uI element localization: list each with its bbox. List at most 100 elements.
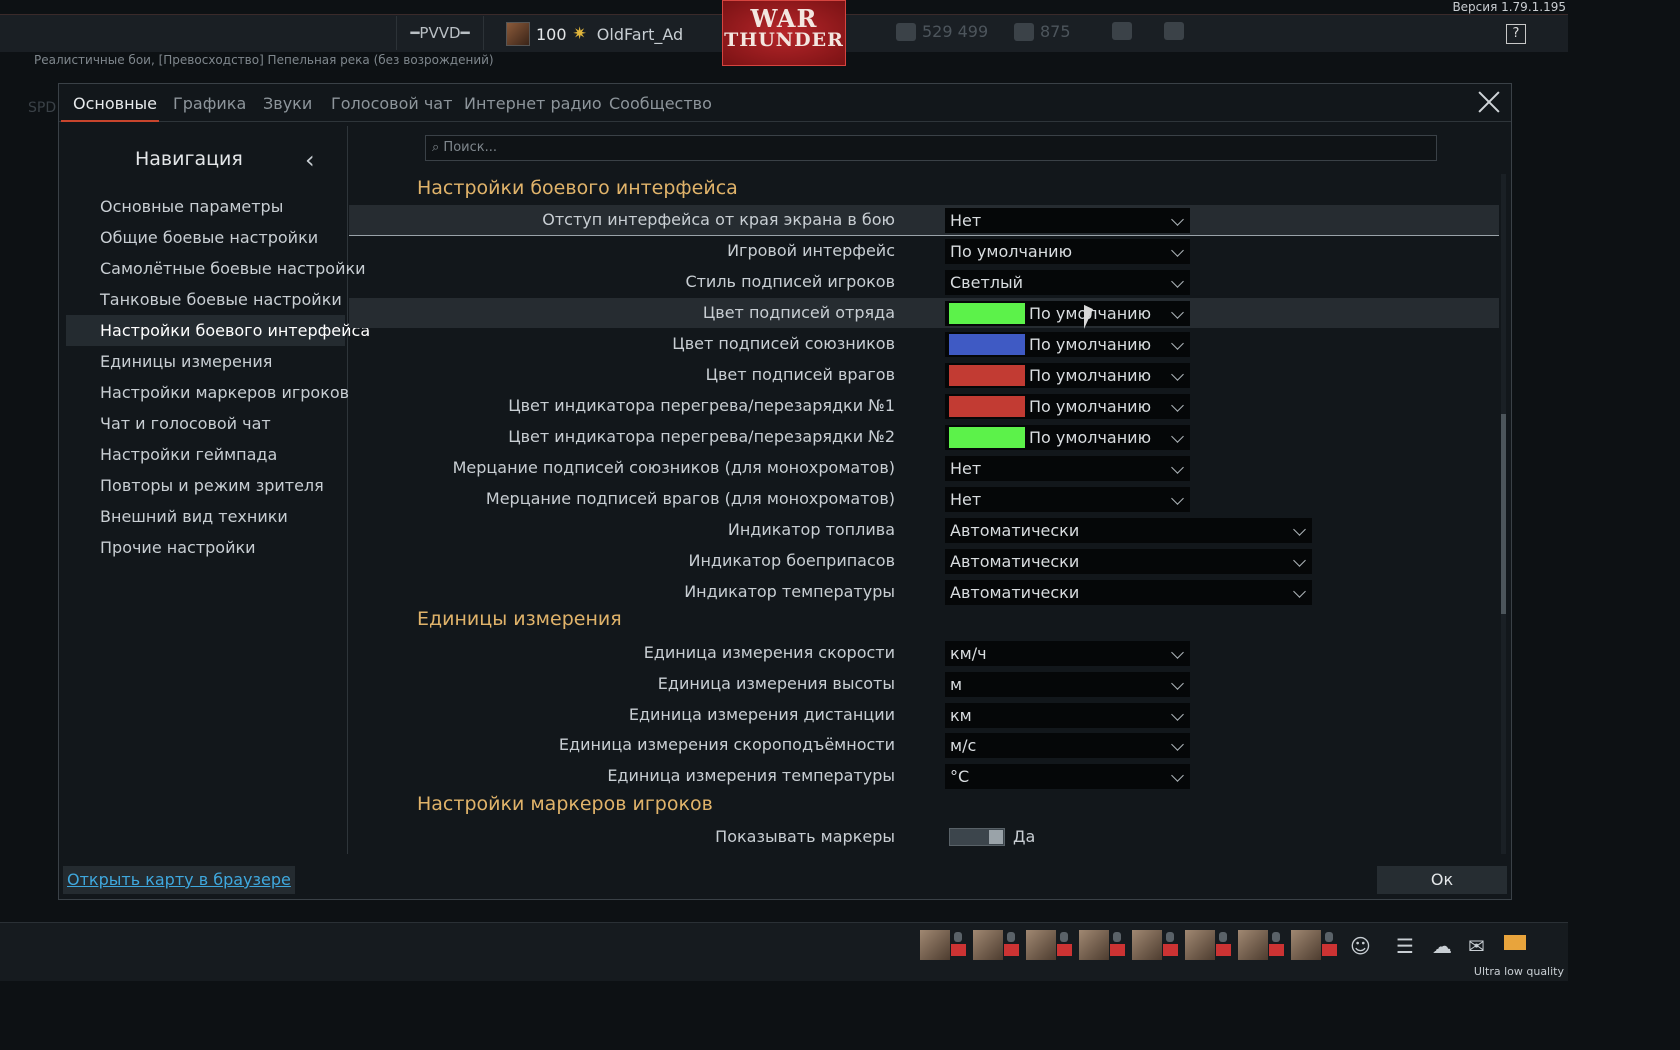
setting-row[interactable]: Цвет подписей врагов По умолчанию [349,360,1499,390]
setting-row[interactable]: Индикатор боеприпасов Автоматически [349,546,1499,576]
squad-member[interactable] [1291,930,1337,960]
color-select[interactable]: По умолчанию [945,332,1190,357]
color-select[interactable]: По умолчанию [945,425,1190,450]
setting-row[interactable]: Стиль подписей игроков Светлый [349,267,1499,297]
tab-voice-chat[interactable]: Голосовой чат [331,94,452,113]
avatar [973,930,1003,960]
squad-member[interactable] [1079,930,1125,960]
squad-member[interactable] [1185,930,1231,960]
setting-row[interactable]: Цвет индикатора перегрева/перезарядки №1… [349,391,1499,421]
setting-select[interactable]: По умолчанию [945,239,1190,264]
scrollbar[interactable] [1501,174,1506,854]
setting-label: Цвет подписей союзников [672,334,895,353]
select-value: Нет [950,211,982,230]
chevron-left-icon[interactable]: ‹ [305,148,315,172]
nav-item-other[interactable]: Прочие настройки [66,532,345,563]
war-thunder-logo[interactable]: WAR THUNDER [722,0,846,66]
setting-select[interactable]: км/ч [945,641,1190,666]
mic-icon [1325,932,1333,942]
silver-lions[interactable]: 529 499 [896,22,988,41]
setting-row[interactable]: Единица измерения скорости км/ч [349,638,1499,668]
squad-member[interactable] [973,930,1019,960]
nav-item-replays[interactable]: Повторы и режим зрителя [66,470,345,501]
setting-row[interactable]: Единица измерения скороподъёмности м/с [349,730,1499,760]
select-value: °C [950,767,970,786]
setting-row[interactable]: Единица измерения высоты м [349,669,1499,699]
setting-row[interactable]: Цвет подписей отряда По умолчанию [349,298,1499,328]
premium-icon-wrap[interactable] [1164,22,1184,40]
setting-row[interactable]: Цвет индикатора перегрева/перезарядки №2… [349,422,1499,452]
tab-community[interactable]: Сообщество [609,94,712,113]
setting-select[interactable]: м/с [945,733,1190,758]
nav-item-markers[interactable]: Настройки маркеров игроков [66,377,349,408]
tab-internet-radio[interactable]: Интернет радио [464,94,602,113]
setting-select[interactable]: °C [945,764,1190,789]
squad-member[interactable] [1132,930,1178,960]
setting-select[interactable]: км [945,703,1190,728]
setting-select[interactable]: Нет [945,487,1190,512]
ok-button[interactable]: Ок [1377,866,1507,894]
nav-item-appearance[interactable]: Внешний вид техники [66,501,345,532]
scrollbar-thumb[interactable] [1501,414,1506,614]
tab-bar: Основные Графика Звуки Голосовой чат Инт… [59,84,1511,122]
help-button[interactable]: ? [1506,24,1526,44]
setting-select[interactable]: м [945,672,1190,697]
setting-row[interactable]: Мерцание подписей союзников (для монохро… [349,453,1499,483]
player-profile[interactable]: 100 ✷ OldFart_Ad [506,22,683,46]
setting-row[interactable]: Единица измерения дистанции км [349,700,1499,730]
nav-item-units[interactable]: Единицы измерения [66,346,345,377]
chat-icon[interactable]: ✉ [1468,934,1485,958]
setting-select[interactable]: Светлый [945,270,1190,295]
setting-label: Единица измерения скорости [643,643,895,662]
tab-sound[interactable]: Звуки [263,94,312,113]
setting-row[interactable]: Индикатор температуры Автоматически [349,577,1499,607]
setting-row[interactable]: Индикатор топлива Автоматически [349,515,1499,545]
tab-graphics[interactable]: Графика [173,94,246,113]
squad-member[interactable] [920,930,966,960]
setting-row[interactable]: Единица измерения температуры °C [349,761,1499,791]
tab-main[interactable]: Основные [73,94,157,113]
setting-row[interactable]: Мерцание подписей врагов (для монохромат… [349,484,1499,514]
setting-row[interactable]: Отступ интерфейса от края экрана в бою Н… [349,205,1499,236]
color-select[interactable]: По умолчанию [945,394,1190,419]
close-icon[interactable] [1477,90,1501,114]
setting-row[interactable]: Игровой интерфейс По умолчанию [349,236,1499,266]
color-select[interactable]: По умолчанию [945,301,1190,326]
premium-icon [1164,22,1184,40]
show-markers-toggle[interactable] [949,828,1005,846]
nav-item-chat[interactable]: Чат и голосовой чат [66,408,345,439]
nav-item-tank-battle[interactable]: Танковые боевые настройки [66,284,345,315]
research-icon-wrap[interactable] [1112,22,1132,40]
nav-item-basic[interactable]: Основные параметры [66,191,345,222]
setting-row[interactable]: Показывать маркеры Да [349,822,1499,852]
flag-icon [1004,944,1019,956]
select-value: Нет [950,459,982,478]
setting-select[interactable]: Автоматически [945,518,1312,543]
setting-label: Единица измерения скороподъёмности [558,735,895,754]
setting-row[interactable]: Цвет подписей союзников По умолчанию [349,329,1499,359]
list-icon[interactable]: ☰ [1396,934,1414,958]
color-select[interactable]: По умолчанию [945,363,1190,388]
nav-item-general-battle[interactable]: Общие боевые настройки [66,222,345,253]
open-map-link[interactable]: Открыть карту в браузере [63,866,295,894]
golden-eagles[interactable]: 875 [1014,22,1071,41]
nav-item-gamepad[interactable]: Настройки геймпада [66,439,345,470]
nav-item-hud[interactable]: Настройки боевого интерфейса [66,315,370,346]
squad-icon[interactable]: ☺ [1350,934,1371,958]
chevron-down-icon [1293,585,1306,598]
chevron-down-icon [1171,306,1184,319]
setting-select[interactable]: Нет [945,456,1190,481]
color-swatch [949,334,1025,355]
chevron-down-icon [1171,399,1184,412]
setting-select[interactable]: Нет [945,208,1190,233]
squadron-tag[interactable]: ━PVVD━ [396,16,484,50]
squad-member[interactable] [1026,930,1072,960]
nav-item-aircraft-battle[interactable]: Самолётные боевые настройки [66,253,366,284]
squad-member[interactable] [1238,930,1284,960]
section-title-markers: Настройки маркеров игроков [417,793,713,815]
setting-select[interactable]: Автоматически [945,580,1312,605]
mail-icon[interactable] [1504,935,1526,950]
contacts-icon[interactable]: ☁ [1432,934,1452,958]
search-input[interactable]: ⌕ Поиск... [425,135,1437,161]
setting-select[interactable]: Автоматически [945,549,1312,574]
